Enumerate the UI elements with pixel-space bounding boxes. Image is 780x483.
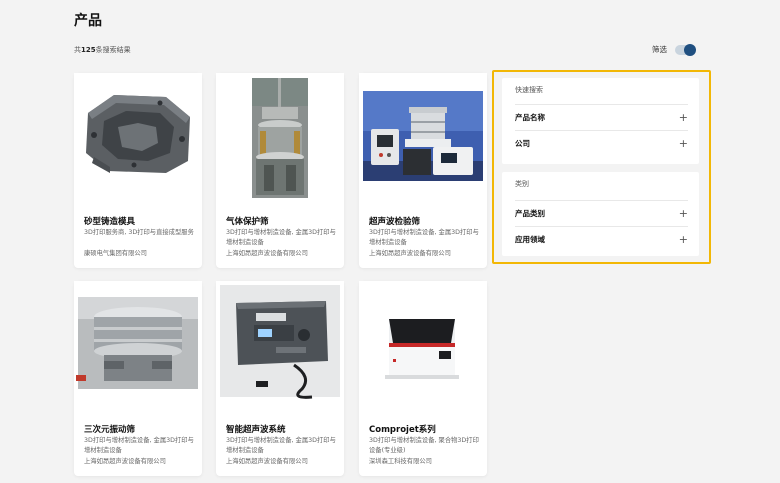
product-card-3d-vibrating-sieve[interactable]: 三次元振动筛 3D打印与增材制造设备, 金属3D打印与增材制造设备 上海如昂超声…	[74, 281, 202, 476]
product-card-gas-sieve[interactable]: 气体保护筛 3D打印与增材制造设备, 金属3D打印与增材制造设备 上海如昂超声波…	[216, 73, 344, 268]
product-tags: 3D打印与增材制造设备, 金属3D打印与增材制造设备	[226, 229, 336, 246]
product-image-3d-vibrating-sieve	[74, 281, 202, 421]
expand-plus-icon[interactable]: +	[679, 234, 688, 245]
category-section: 类别 产品类别 + 应用领域 +	[502, 172, 699, 256]
filter-sidebar: 快速搜索 产品名称 + 公司 + 类别 产品类别 + 应用领域 +	[492, 70, 711, 264]
product-title: 超声波检验筛	[369, 217, 421, 227]
product-title: Comprojet系列	[369, 425, 436, 435]
product-tags: 3D打印与增材制造设备, 金属3D打印与增材制造设备	[369, 229, 479, 246]
product-image-comprojet-series	[359, 281, 487, 421]
product-title: 三次元振动筛	[84, 425, 136, 435]
product-tags: 3D打印与增材制造设备, 聚合物3D打印设备(专业级)	[369, 437, 479, 454]
product-image-ultrasonic-test-sieve	[359, 73, 487, 213]
quick-search-heading: 快速搜索	[515, 86, 543, 94]
quick-search-section: 快速搜索 产品名称 + 公司 +	[502, 78, 699, 164]
product-card-smart-ultrasonic-system[interactable]: 智能超声波系统 3D打印与增材制造设备, 金属3D打印与增材制造设备 上海如昂超…	[216, 281, 344, 476]
filter-row-product-category[interactable]: 产品类别 +	[515, 200, 688, 225]
filter-label: 筛选	[652, 45, 667, 54]
filter-row-product-name[interactable]: 产品名称 +	[515, 104, 688, 129]
result-count: 共125条搜索结果	[74, 45, 131, 55]
product-card-sand-mold[interactable]: 砂型铸造模具 3D打印服务商, 3D打印与直接成型服务 康硕电气集团有限公司	[74, 73, 202, 268]
filter-row-label: 公司	[515, 138, 530, 148]
result-count-number: 125	[81, 46, 96, 54]
page-title: 产品	[74, 13, 102, 29]
result-count-prefix: 共	[74, 46, 81, 54]
filter-row-company[interactable]: 公司 +	[515, 130, 688, 155]
product-card-ultrasonic-test-sieve[interactable]: 超声波检验筛 3D打印与增材制造设备, 金属3D打印与增材制造设备 上海如昂超声…	[359, 73, 487, 268]
product-company: 上海如昂超声波设备有限公司	[226, 458, 308, 465]
expand-plus-icon[interactable]: +	[679, 138, 688, 149]
product-title: 智能超声波系统	[226, 425, 286, 435]
expand-plus-icon[interactable]: +	[679, 208, 688, 219]
product-tags: 3D打印服务商, 3D打印与直接成型服务	[84, 229, 194, 236]
filter-toggle[interactable]	[675, 43, 696, 56]
filter-row-label: 产品类别	[515, 208, 545, 218]
product-company: 深圳森工科技有限公司	[369, 458, 432, 465]
product-company: 康硕电气集团有限公司	[84, 250, 147, 257]
product-title: 砂型铸造模具	[84, 217, 136, 227]
product-tags: 3D打印与增材制造设备, 金属3D打印与增材制造设备	[226, 437, 336, 454]
result-count-suffix: 条搜索结果	[95, 46, 131, 54]
product-image-smart-ultrasonic-system	[216, 281, 344, 421]
filter-row-label: 产品名称	[515, 112, 545, 122]
product-title: 气体保护筛	[226, 217, 269, 227]
filter-row-label: 应用领域	[515, 234, 545, 244]
product-company: 上海如昂超声波设备有限公司	[84, 458, 166, 465]
toggle-knob	[684, 43, 696, 56]
product-image-sand-mold	[74, 73, 202, 213]
filter-control: 筛选	[652, 43, 696, 56]
product-card-comprojet-series[interactable]: Comprojet系列 3D打印与增材制造设备, 聚合物3D打印设备(专业级) …	[359, 281, 487, 476]
product-company: 上海如昂超声波设备有限公司	[369, 250, 451, 257]
product-company: 上海如昂超声波设备有限公司	[226, 250, 308, 257]
product-tags: 3D打印与增材制造设备, 金属3D打印与增材制造设备	[84, 437, 194, 454]
filter-row-application-field[interactable]: 应用领域 +	[515, 226, 688, 251]
product-image-gas-sieve	[216, 73, 344, 213]
expand-plus-icon[interactable]: +	[679, 112, 688, 123]
category-heading: 类别	[515, 180, 529, 188]
